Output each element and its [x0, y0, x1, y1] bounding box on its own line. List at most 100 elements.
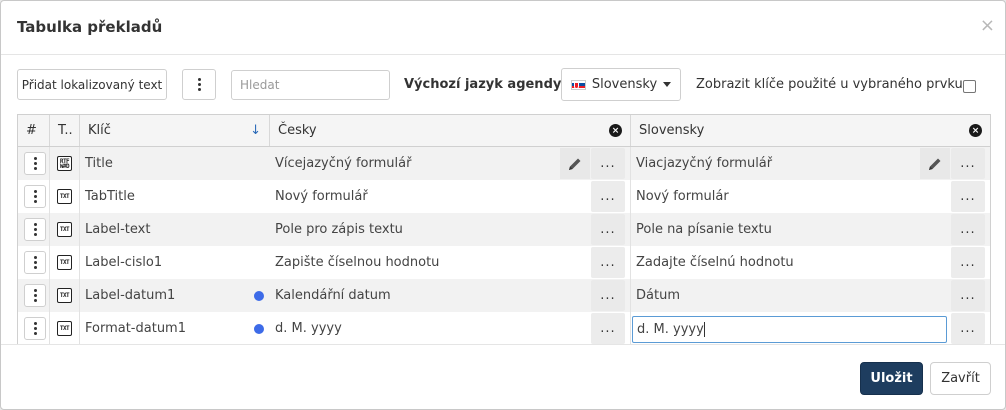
slovak-value-cell[interactable]: Dátum... — [631, 279, 990, 312]
slovak-flag-icon — [570, 79, 586, 90]
text-icon: TXT — [57, 222, 72, 237]
more-button[interactable]: ... — [591, 280, 625, 311]
czech-value-cell[interactable]: Nový formulář... — [270, 180, 631, 213]
czech-value-cell[interactable]: Kalendářní datum... — [270, 279, 631, 312]
czech-value: Vícejazyčný formulář — [275, 156, 412, 171]
row-menu-button[interactable] — [24, 152, 46, 175]
save-button[interactable]: Uložit — [860, 362, 923, 395]
close-button[interactable]: Zavřít — [930, 362, 991, 395]
czech-value: Pole pro zápis textu — [275, 222, 403, 237]
czech-value: Nový formulář — [275, 189, 368, 204]
more-button[interactable]: ... — [951, 214, 985, 245]
column-header-czech[interactable]: Česky × — [270, 115, 631, 146]
caret-down-icon — [663, 82, 672, 87]
more-button[interactable]: ... — [591, 247, 625, 278]
czech-value-cell[interactable]: d. M. yyyy... — [270, 312, 631, 345]
vertical-dots-icon — [33, 223, 37, 236]
dialog-header: Tabulka překladů × — [1, 1, 1005, 55]
edit-pencil-icon[interactable] — [560, 148, 590, 179]
slovak-value: Zadajte číselnú hodnotu — [636, 255, 794, 270]
more-button[interactable]: ... — [951, 181, 985, 212]
key-label: Format-datum1 — [85, 321, 186, 336]
more-button[interactable]: ... — [951, 280, 985, 311]
table-row: TXT Label-datum1 Kalendářní datum... Dátum.… — [18, 279, 990, 312]
text-cursor — [703, 322, 705, 337]
slovak-value: Nový formulár — [636, 189, 729, 204]
table-row: TXT Label-cislo1 Zapište číselnou hodnotu.… — [18, 246, 990, 279]
table-row: RTF W#D Title Vícejazyčný formulář... Viacja… — [18, 147, 990, 180]
row-type-cell: TXT — [50, 213, 80, 246]
slovak-value: d. M. yyyy — [637, 322, 704, 337]
more-options-button[interactable] — [182, 69, 216, 100]
vertical-dots-icon — [33, 256, 37, 269]
translation-table: # T.. Klíč ↓ Česky × Slovensky × RTF W#D T… — [17, 114, 991, 345]
language-dropdown[interactable]: Slovensky — [561, 68, 681, 101]
slovak-value-cell[interactable]: Zadajte číselnú hodnotu... — [631, 246, 990, 279]
row-type-cell: TXT — [50, 279, 80, 312]
table-row: TXT TabTitle Nový formulář... Nový formulár… — [18, 180, 990, 213]
table-row: TXT Format-datum1 d. M. yyyy... d. M. yyyy.… — [18, 312, 990, 345]
key-cell[interactable]: Format-datum1 — [80, 312, 270, 345]
toolbar: Přidat lokalizovaný text Výchozí jazyk a… — [1, 67, 1005, 103]
translation-dialog: Tabulka překladů × Přidat lokalizovaný t… — [0, 0, 1006, 410]
key-cell[interactable]: TabTitle — [80, 180, 270, 213]
row-index-cell — [18, 147, 50, 180]
show-keys-checkbox[interactable] — [963, 80, 976, 93]
key-label: Label-datum1 — [85, 288, 176, 303]
column-header-index[interactable]: # — [18, 115, 50, 146]
row-menu-button[interactable] — [24, 317, 46, 340]
column-header-slovak-label: Slovensky — [639, 123, 705, 138]
key-label: Label-cislo1 — [85, 255, 163, 270]
add-localized-text-button[interactable]: Přidat lokalizovaný text — [17, 69, 167, 100]
more-button[interactable]: ... — [951, 313, 985, 344]
edit-pencil-icon[interactable] — [920, 148, 950, 179]
key-cell[interactable]: Label-text — [80, 213, 270, 246]
text-icon: TXT — [57, 189, 72, 204]
row-index-cell — [18, 312, 50, 345]
vertical-dots-icon — [33, 289, 37, 302]
rich-text-icon: RTF W#D — [57, 156, 72, 171]
more-button[interactable]: ... — [591, 313, 625, 344]
key-cell[interactable]: Label-cislo1 — [80, 246, 270, 279]
row-type-cell: TXT — [50, 312, 80, 345]
slovak-value-input[interactable]: d. M. yyyy — [632, 316, 947, 343]
dialog-title: Tabulka překladů — [17, 18, 163, 36]
more-button[interactable]: ... — [951, 247, 985, 278]
show-keys-label: Zobrazit klíče použité u vybraného prvku — [696, 77, 963, 92]
row-menu-button[interactable] — [24, 218, 46, 241]
status-dot — [254, 291, 264, 301]
row-menu-button[interactable] — [24, 284, 46, 307]
key-cell[interactable]: Label-datum1 — [80, 279, 270, 312]
more-button[interactable]: ... — [591, 181, 625, 212]
column-header-slovak[interactable]: Slovensky × — [631, 115, 990, 146]
slovak-value-cell[interactable]: Nový formulár... — [631, 180, 990, 213]
slovak-value-cell[interactable]: Viacjazyčný formulář... — [631, 147, 990, 180]
column-header-key[interactable]: Klíč ↓ — [80, 115, 270, 146]
czech-value-cell[interactable]: Pole pro zápis textu... — [270, 213, 631, 246]
slovak-value: Viacjazyčný formulář — [636, 156, 773, 171]
remove-column-icon[interactable]: × — [609, 124, 622, 137]
czech-value: Zapište číselnou hodnotu — [275, 255, 440, 270]
key-label: TabTitle — [85, 189, 135, 204]
more-button[interactable]: ... — [591, 214, 625, 245]
slovak-value-cell[interactable]: d. M. yyyy... — [631, 312, 990, 345]
column-header-type[interactable]: T.. — [50, 115, 80, 146]
table-row: TXT Label-text Pole pro zápis textu... Pole… — [18, 213, 990, 246]
row-menu-button[interactable] — [24, 251, 46, 274]
slovak-value: Dátum — [636, 288, 680, 303]
remove-column-icon[interactable]: × — [969, 124, 982, 137]
table-header: # T.. Klíč ↓ Česky × Slovensky × — [18, 115, 990, 147]
czech-value-cell[interactable]: Vícejazyčný formulář... — [270, 147, 631, 180]
slovak-value: Pole na písanie textu — [636, 222, 772, 237]
row-menu-button[interactable] — [24, 185, 46, 208]
sort-down-icon[interactable]: ↓ — [250, 123, 261, 138]
key-cell[interactable]: Title — [80, 147, 270, 180]
search-input[interactable] — [231, 70, 390, 100]
close-icon[interactable]: × — [980, 15, 995, 36]
more-button[interactable]: ... — [591, 148, 625, 179]
row-type-cell: TXT — [50, 246, 80, 279]
czech-value-cell[interactable]: Zapište číselnou hodnotu... — [270, 246, 631, 279]
slovak-value-cell[interactable]: Pole na písanie textu... — [631, 213, 990, 246]
key-label: Label-text — [85, 222, 151, 237]
more-button[interactable]: ... — [951, 148, 985, 179]
